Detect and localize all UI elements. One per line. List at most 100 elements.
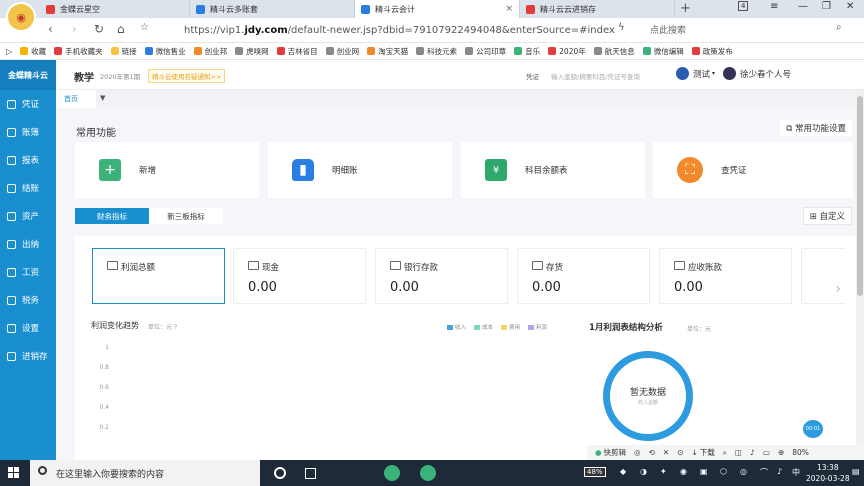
tray-icon[interactable]: ◉ xyxy=(680,467,687,476)
metric-card-receivables[interactable]: 应收账款 0.00 xyxy=(659,248,792,304)
status-icon[interactable]: ✕ xyxy=(663,448,669,457)
restore-icon[interactable]: ❐ xyxy=(822,1,831,12)
metric-card-partial[interactable]: › xyxy=(801,248,845,304)
tray-icon[interactable]: ◆ xyxy=(620,467,626,476)
bookmark-item[interactable]: 音乐 xyxy=(514,46,540,57)
bookmark-item[interactable]: 淘宝天猫 xyxy=(367,46,408,57)
download-icon[interactable]: ↓ xyxy=(691,448,697,457)
test-label[interactable]: 测试 xyxy=(693,68,710,80)
legend-item[interactable]: 收入 xyxy=(447,323,466,331)
battery-indicator[interactable]: 48% xyxy=(584,467,606,477)
tray-icon[interactable]: ✦ xyxy=(660,467,667,476)
sidebar-item-settings[interactable]: 设置 xyxy=(0,314,56,342)
bookmark-item[interactable]: 2020年 xyxy=(548,46,586,57)
search-type-select[interactable]: 凭证 xyxy=(526,71,539,81)
cortana-icon[interactable] xyxy=(274,467,286,479)
sidebar-item-payroll[interactable]: 工资 xyxy=(0,258,56,286)
status-icon[interactable]: ◫ xyxy=(735,448,742,457)
sidebar-item-voucher[interactable]: 凭证 xyxy=(0,90,56,118)
user-area[interactable]: 测试 ▾ 徐少春个人号 xyxy=(676,67,791,80)
bookmark-item[interactable]: 政策发布 xyxy=(691,46,733,57)
taskbar-search[interactable]: 在这里输入你要搜索的内容 xyxy=(30,460,260,486)
bookmark-item[interactable]: 手机收藏夹 xyxy=(54,46,103,57)
sidebar-item-closing[interactable]: 结账 xyxy=(0,174,56,202)
bookmark-item[interactable]: 航天信息 xyxy=(593,46,635,57)
search-input[interactable]: 输入金额/摘要科目/凭证号查询 xyxy=(551,71,640,81)
chat-bubble-button[interactable]: 00:01 xyxy=(803,420,823,438)
star-icon[interactable]: ☆ xyxy=(140,22,149,33)
quick-balance-card[interactable]: ¥ 科目余额表 xyxy=(461,142,645,198)
wechat-app-icon[interactable] xyxy=(420,465,436,481)
wifi-icon[interactable]: ⌒ xyxy=(760,467,768,478)
home-icon[interactable]: ⌂ xyxy=(117,22,125,36)
metric-card-total-profit[interactable]: 利润总额 xyxy=(92,248,225,304)
sidebar-toggle-icon[interactable]: ▷ xyxy=(6,47,12,56)
status-icon[interactable]: ⟲ xyxy=(649,448,655,457)
minimize-icon[interactable]: — xyxy=(798,1,808,12)
legend-item[interactable]: 利润 xyxy=(528,323,547,331)
address-bar[interactable]: https://vip1. jdy.com/default-newer.jsp?d… xyxy=(160,21,640,40)
lightning-icon[interactable]: ϟ xyxy=(618,22,625,33)
reload-icon[interactable]: ↻ xyxy=(94,22,104,36)
download-label[interactable]: 下载 xyxy=(700,447,715,458)
back-icon[interactable]: ‹ xyxy=(48,22,53,36)
help-icon[interactable]: ? xyxy=(174,324,177,331)
sidebar-item-inventory[interactable]: 进销存 xyxy=(0,342,56,370)
tray-icon[interactable]: ▣ xyxy=(700,467,708,476)
bookmark-item[interactable]: 微信售业 xyxy=(144,46,186,57)
new-tab-icon[interactable]: + xyxy=(680,1,691,16)
status-icon[interactable]: ♪ xyxy=(750,448,755,457)
bookmark-item[interactable]: 微信编辑 xyxy=(642,46,684,57)
menu-icon[interactable]: ≡ xyxy=(770,1,778,12)
quick-clip-label[interactable]: 快剪辑 xyxy=(604,447,627,458)
browser-tab[interactable]: 精斗云云进销存 xyxy=(520,0,675,18)
browser-search-box[interactable]: 点此搜索 xyxy=(650,23,686,36)
zoom-level[interactable]: 80% xyxy=(792,448,809,457)
taskbar-clock[interactable]: 13:38 2020-03-28 xyxy=(806,462,850,484)
close-tab-icon[interactable]: × xyxy=(505,4,513,14)
wechat-tray-icon[interactable]: ◎ xyxy=(740,467,747,476)
bookmark-item[interactable]: 科技元素 xyxy=(416,46,457,57)
tab-count-badge[interactable]: 4 xyxy=(738,1,749,11)
chevron-right-icon[interactable]: › xyxy=(835,281,841,297)
tray-icon[interactable]: ◑ xyxy=(640,467,647,476)
chevron-down-icon[interactable]: ▼ xyxy=(100,94,105,102)
tray-icon[interactable]: ⬡ xyxy=(720,467,727,476)
browser-tab[interactable]: 精斗云多账套 xyxy=(190,0,355,18)
forward-icon[interactable]: › xyxy=(72,22,77,36)
page-scrollbar[interactable] xyxy=(856,90,864,460)
tab-financial-indicators[interactable]: 财务指标 xyxy=(75,208,149,224)
sidebar-item-tax[interactable]: 税务 xyxy=(0,286,56,314)
status-icon[interactable]: ⌕ xyxy=(723,448,727,458)
sidebar-item-cashier[interactable]: 出纳 xyxy=(0,230,56,258)
browser-tab[interactable]: 金蝶云星空 xyxy=(40,0,190,18)
bookmark-item[interactable]: 链接 xyxy=(110,46,137,57)
chevron-down-icon[interactable]: ▾ xyxy=(712,70,715,77)
close-window-icon[interactable]: ✕ xyxy=(846,1,854,12)
sidebar-item-assets[interactable]: 资产 xyxy=(0,202,56,230)
status-icon[interactable]: ◎ xyxy=(634,448,641,457)
notification-icon[interactable]: ▤ xyxy=(852,467,860,476)
bookmark-item[interactable]: 收藏 xyxy=(20,46,46,57)
browser-app-icon[interactable] xyxy=(384,465,400,481)
bookmark-item[interactable]: 虎嗅网 xyxy=(235,46,269,57)
sidebar-item-ledger[interactable]: 账簿 xyxy=(0,118,56,146)
windows-start-icon[interactable] xyxy=(8,467,20,479)
notice-link[interactable]: 精斗云使用答疑通知>> xyxy=(148,69,226,83)
search-icon[interactable]: ⌕ xyxy=(836,22,842,33)
profile-avatar[interactable]: ◉ xyxy=(6,2,36,32)
browser-tab-active[interactable]: 精斗云会计 × xyxy=(355,0,520,18)
bookmark-item[interactable]: 吉林省目 xyxy=(276,46,318,57)
account-title[interactable]: 教学 xyxy=(74,69,94,84)
quick-add-card[interactable]: + 新增 xyxy=(75,142,259,198)
legend-item[interactable]: 成本 xyxy=(474,323,493,331)
tab-neeq-indicators[interactable]: 新三板指标 xyxy=(149,208,223,224)
scrollbar-thumb[interactable] xyxy=(857,96,863,296)
bookmark-item[interactable]: 创业邦 xyxy=(193,46,227,57)
video-clip-icon[interactable]: ● xyxy=(595,448,602,457)
user-name[interactable]: 徐少春个人号 xyxy=(740,68,791,80)
period-label[interactable]: 2020年第1期 xyxy=(100,71,140,81)
quick-detail-ledger-card[interactable]: ▮ 明细账 xyxy=(268,142,452,198)
quick-search-voucher-card[interactable]: ⛶ 查凭证 xyxy=(653,142,853,198)
sidebar-item-reports[interactable]: 报表 xyxy=(0,146,56,174)
